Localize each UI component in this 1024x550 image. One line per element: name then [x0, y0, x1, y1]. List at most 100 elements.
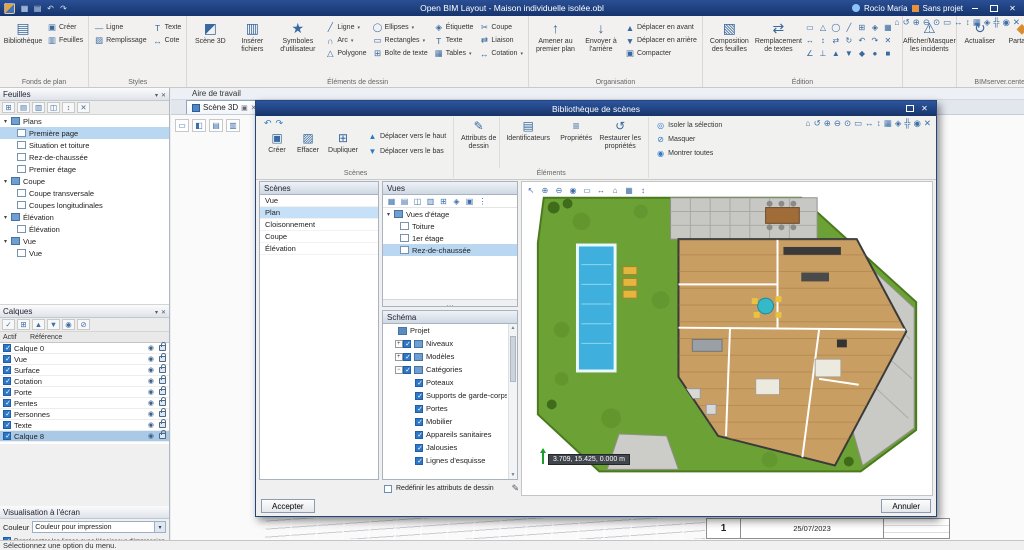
- ribbon-button[interactable]: ▭ Rectangles: [371, 34, 430, 47]
- edit-tool-icon[interactable]: ◈: [869, 21, 881, 33]
- plan-toolbar-icon[interactable]: ▭: [581, 184, 593, 196]
- view-toolbar-icon[interactable]: ↔: [865, 118, 874, 129]
- edit-tool-icon[interactable]: ⊥: [817, 47, 829, 59]
- schema-tree-item[interactable]: Poteaux: [383, 376, 507, 389]
- ribbon-button[interactable]: ✂ Coupe: [477, 21, 525, 34]
- schema-checkbox[interactable]: [403, 366, 411, 374]
- ribbon-button[interactable]: ▥ Feuilles: [45, 34, 85, 47]
- ribbon-button[interactable]: T Texte: [151, 21, 184, 34]
- view-toolbar-icon[interactable]: ⊕: [913, 17, 920, 28]
- edit-tool-icon[interactable]: ↻: [843, 34, 855, 46]
- delete-scene-button[interactable]: ▨ Effacer: [292, 129, 324, 155]
- bring-to-front-button[interactable]: ↑ Amener au premier plan: [532, 18, 579, 76]
- sheets-toolbar-icon[interactable]: ▤: [17, 102, 30, 113]
- ribbon-button[interactable]: ▦ Tables: [432, 47, 476, 60]
- plan-toolbar-icon[interactable]: ▦: [623, 184, 635, 196]
- visibility-eye-icon[interactable]: ◉: [148, 421, 154, 429]
- views-toolbar-icon[interactable]: ▦: [386, 196, 397, 207]
- floor-plan-drawing[interactable]: [522, 182, 932, 495]
- layer-row[interactable]: Porte ◉: [0, 387, 169, 398]
- sheet-tree-item[interactable]: Élévation: [0, 223, 169, 235]
- view-toolbar-icon[interactable]: ▦: [884, 118, 892, 129]
- edit-tool-icon[interactable]: ◆: [856, 47, 868, 59]
- sheet-tree-item[interactable]: Vue: [0, 247, 169, 259]
- view-toolbar-icon[interactable]: ▦: [973, 17, 981, 28]
- lock-icon[interactable]: [159, 422, 166, 428]
- view-toolbar-icon[interactable]: ⊙: [933, 17, 940, 28]
- dialog-maximize-button[interactable]: [902, 103, 917, 115]
- schema-checkbox[interactable]: [415, 418, 423, 426]
- edit-tool-icon[interactable]: ╱: [843, 21, 855, 33]
- library-button[interactable]: ▤ Bibliothèque: [3, 18, 43, 76]
- scene-list-item[interactable]: Vue: [260, 195, 378, 207]
- view-tree-item[interactable]: Vues d'étage: [383, 208, 517, 220]
- forward-icon[interactable]: ↷: [276, 118, 284, 129]
- show-all-button[interactable]: ◉ Montrer toutes: [653, 147, 725, 160]
- ribbon-button[interactable]: ⊞ Boîte de texte: [371, 47, 430, 60]
- sheets-toolbar-icon[interactable]: ↕: [62, 102, 75, 113]
- views-toolbar-icon[interactable]: ▣: [464, 196, 475, 207]
- layer-active-checkbox[interactable]: [3, 399, 11, 407]
- scene3d-viewport-fragment[interactable]: [265, 518, 705, 539]
- edit-tool-icon[interactable]: ↔: [804, 34, 816, 46]
- ribbon-button[interactable]: ▼ Déplacer en arrière: [623, 34, 699, 47]
- ribbon-button[interactable]: T Texte: [432, 34, 476, 47]
- visibility-eye-icon[interactable]: ◉: [148, 355, 154, 363]
- sheet-composition-button[interactable]: ▧ Composition des feuilles: [706, 18, 753, 76]
- view-toolbar-icon[interactable]: ⊕: [824, 118, 831, 129]
- view-tree-item[interactable]: 1er étage: [383, 232, 517, 244]
- view-toolbar-icon[interactable]: ⌂: [894, 17, 899, 28]
- quick-access-icon[interactable]: ▤: [32, 4, 43, 13]
- panel-splitter[interactable]: [383, 299, 517, 306]
- view-toolbar-icon[interactable]: ↺: [903, 17, 910, 28]
- scene-list-item[interactable]: Plan: [260, 207, 378, 219]
- user-symbols-button[interactable]: ★ Symboles d'utilisateur: [274, 18, 321, 76]
- visibility-eye-icon[interactable]: ◉: [148, 432, 154, 440]
- visibility-eye-icon[interactable]: ◉: [148, 377, 154, 385]
- workspace-tool-icon[interactable]: ▭: [175, 119, 189, 132]
- schema-checkbox[interactable]: [415, 405, 423, 413]
- view-toolbar-icon[interactable]: ◈: [984, 17, 991, 28]
- sheet-tree-item[interactable]: Rez-de-chaussée: [0, 151, 169, 163]
- ribbon-button[interactable]: ◯ Ellipses: [371, 21, 430, 34]
- ribbon-button[interactable]: ↔ Cote: [151, 34, 184, 47]
- sheet-tree-item[interactable]: Première page: [0, 127, 169, 139]
- sheet-tree-item[interactable]: Coupe: [0, 175, 169, 187]
- schema-tree-item[interactable]: Lignes d'esquisse: [383, 454, 507, 467]
- ribbon-button[interactable]: ▣ Compacter: [623, 47, 699, 60]
- plan-toolbar-icon[interactable]: ↖: [525, 184, 537, 196]
- view-toolbar-icon[interactable]: ↕: [966, 17, 970, 28]
- schema-tree-item[interactable]: Appareils sanitaires: [383, 428, 507, 441]
- edit-tool-icon[interactable]: ▦: [882, 21, 894, 33]
- restore-properties-button[interactable]: ↺ Restaurer les propriétés: [596, 117, 644, 168]
- move-up-button[interactable]: ▲ Déplacer vers le haut: [365, 130, 449, 143]
- visibility-eye-icon[interactable]: ◉: [148, 399, 154, 407]
- edit-tool-icon[interactable]: ▭: [804, 21, 816, 33]
- layers-toolbar-icon[interactable]: ▼: [47, 319, 60, 330]
- edit-tool-icon[interactable]: ◯: [830, 21, 842, 33]
- schema-checkbox[interactable]: [415, 379, 423, 387]
- view-toolbar-icon[interactable]: ╬: [993, 17, 999, 28]
- drawing-attributes-button[interactable]: ✎ Attributs de dessin: [458, 117, 500, 168]
- sheet-tree-item[interactable]: Plans: [0, 115, 169, 127]
- visibility-eye-icon[interactable]: ◉: [148, 366, 154, 374]
- views-toolbar-icon[interactable]: ▤: [399, 196, 410, 207]
- sheet-tree-item[interactable]: Situation et toiture: [0, 139, 169, 151]
- schema-checkbox[interactable]: [415, 431, 423, 439]
- layer-active-checkbox[interactable]: [3, 355, 11, 363]
- panel-close-icon[interactable]: [161, 90, 166, 99]
- sheets-toolbar-icon[interactable]: ⊞: [2, 102, 15, 113]
- plan-toolbar-icon[interactable]: ↕: [637, 184, 649, 196]
- workspace-tool-icon[interactable]: ▤: [209, 119, 223, 132]
- floor-plan-view[interactable]: ↖⊕⊖◉▭↔⌂▦↕: [521, 181, 933, 496]
- plan-toolbar-icon[interactable]: ↔: [595, 184, 607, 196]
- minimize-button[interactable]: [967, 2, 982, 14]
- schema-tree-item[interactable]: Modèles: [383, 350, 507, 363]
- scene-list-item[interactable]: Élévation: [260, 243, 378, 255]
- layer-active-checkbox[interactable]: [3, 410, 11, 418]
- lock-icon[interactable]: [159, 400, 166, 406]
- text-replacement-button[interactable]: ⇄ Remplacement de textes: [755, 18, 802, 76]
- layers-toolbar-icon[interactable]: ⊘: [77, 319, 90, 330]
- schema-tree-item[interactable]: Catégories: [383, 363, 507, 376]
- layers-toolbar-icon[interactable]: ◉: [62, 319, 75, 330]
